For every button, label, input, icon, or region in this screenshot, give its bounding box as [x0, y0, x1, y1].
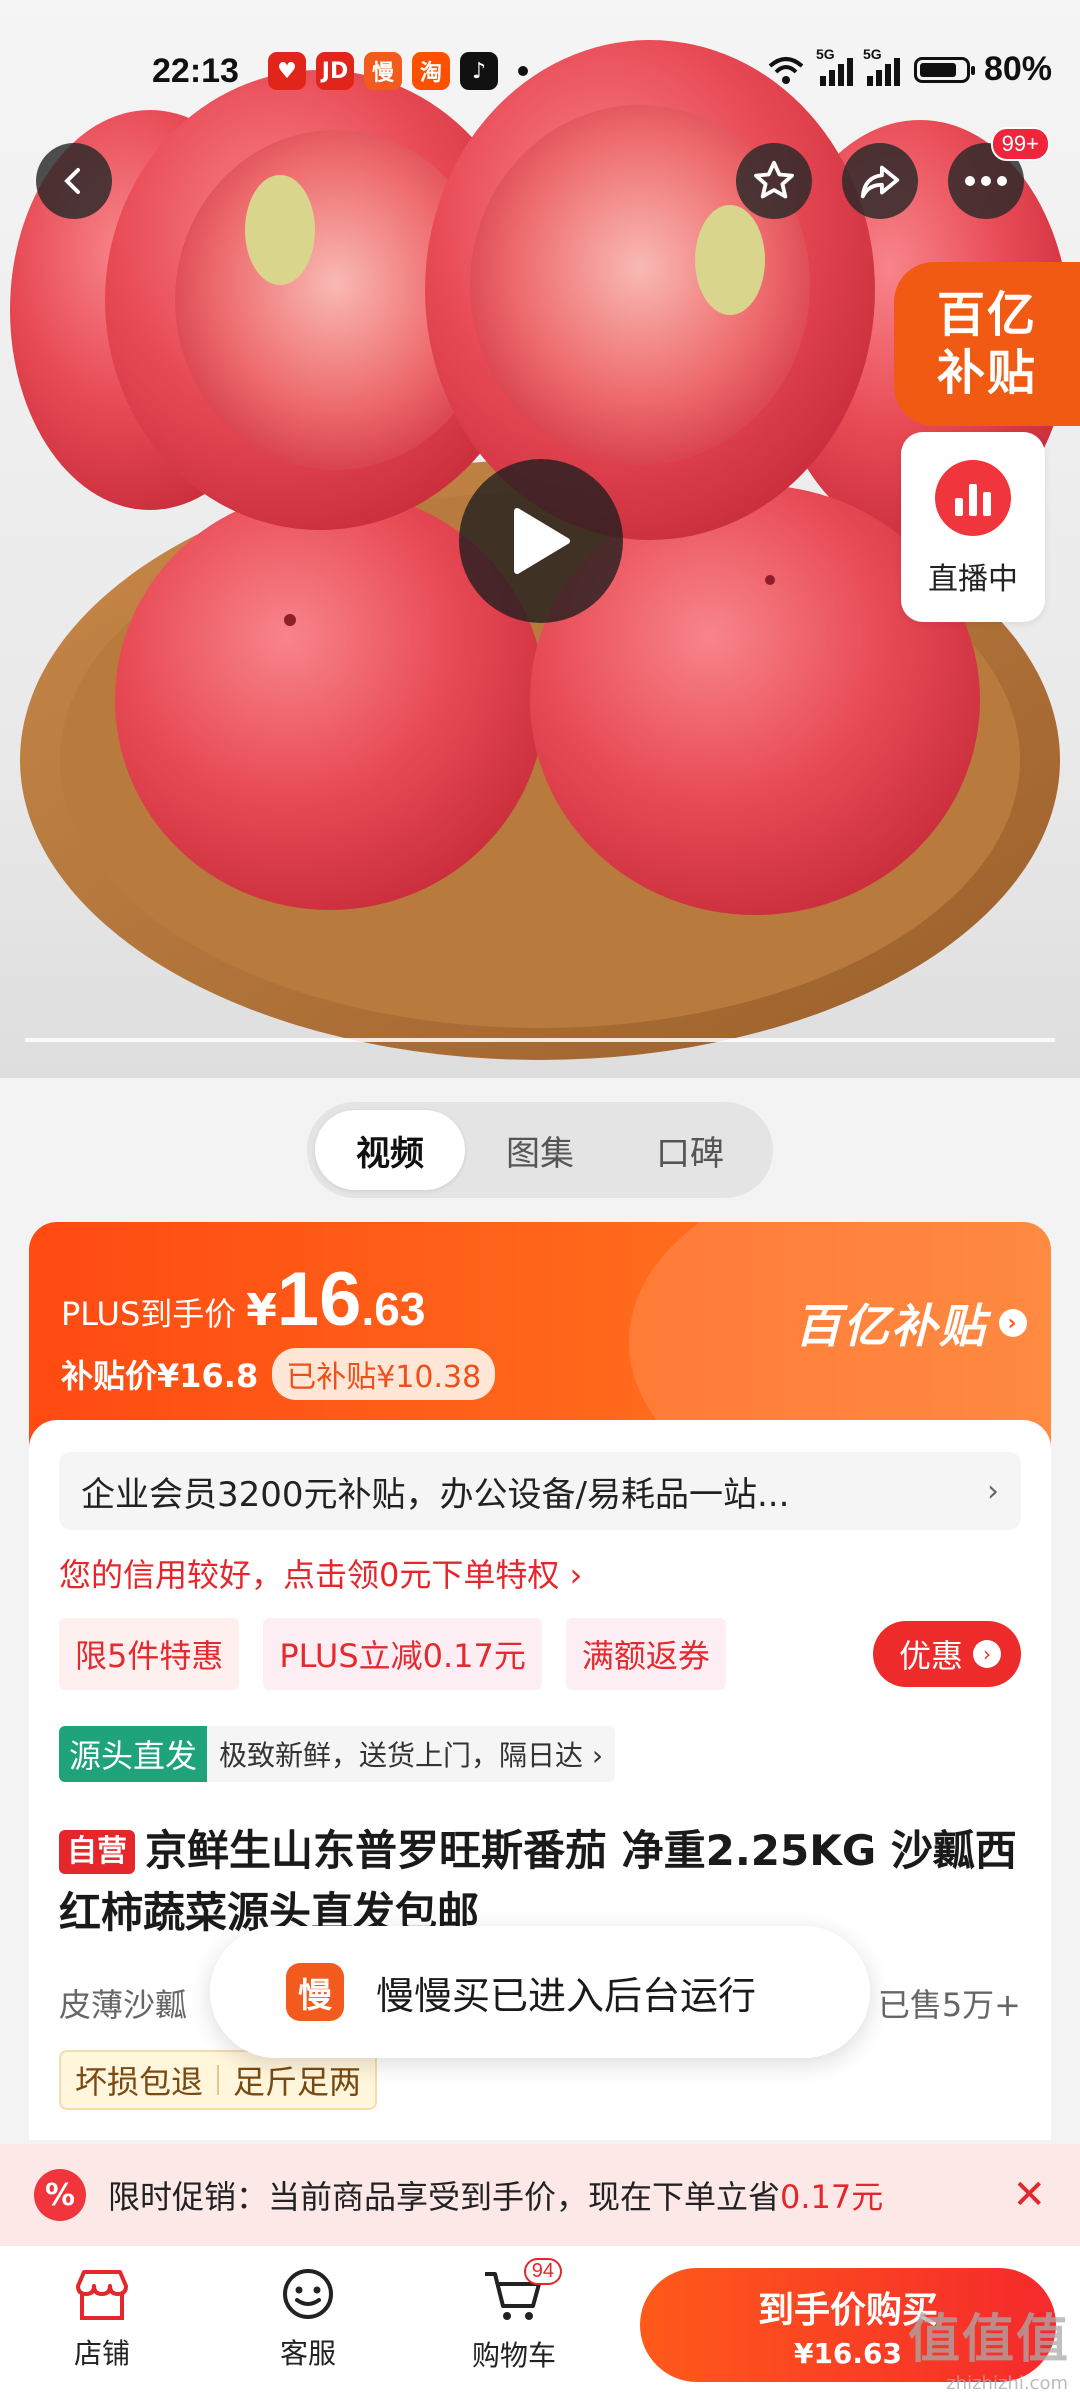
jd-icon: JD [316, 52, 354, 90]
notification-dot-icon [518, 66, 528, 76]
product-image-gallery[interactable]: 22:13 ♥ JD 慢淘 ♪ 5G 5G 80% 99+ 百亿 补贴 直播中 [0, 0, 1080, 1078]
bottom-action-bar: 店铺 客服 94 购物车 到手价购买 ¥16.63 值值值 zhizhizhi.… [0, 2246, 1080, 2400]
credit-privilege-link[interactable]: 您的信用较好，点击领0元下单特权 › [59, 1550, 582, 1596]
live-icon [935, 460, 1011, 536]
subsidy-price-row: 补贴价¥16.8 已补贴¥10.38 [61, 1348, 496, 1400]
self-operated-badge: 自营 [59, 1830, 135, 1874]
plus-price-label: PLUS到手价 [61, 1295, 237, 1333]
watermark-url: zhizhizhi.com [946, 2373, 1068, 2394]
media-tabs: 视频 图集 口碑 [307, 1102, 773, 1198]
discount-label: 优惠 [898, 1637, 963, 1675]
play-video-button[interactable] [459, 459, 623, 623]
promo-tag-coupon[interactable]: 满额返券 [565, 1618, 726, 1690]
percent-icon: % [34, 2169, 86, 2221]
enterprise-member-banner[interactable]: 企业会员3200元补贴，办公设备/易耗品一站... › [59, 1452, 1021, 1530]
signal-icon-2: 5G [863, 46, 900, 86]
subsidy-brand-link[interactable]: 百亿补贴 › [795, 1290, 1027, 1356]
shop-label: 店铺 [73, 2337, 130, 2370]
status-bar: 22:13 ♥ JD 慢淘 ♪ 5G 5G 80% [0, 46, 1080, 98]
share-icon [860, 165, 900, 199]
promotion-row: 限5件特惠 PLUS立减0.17元 满额返券 优惠 › [59, 1618, 1021, 1690]
service-label: 客服 [279, 2337, 336, 2370]
play-icon [514, 508, 570, 574]
promo-tag-limit[interactable]: 限5件特惠 [59, 1618, 240, 1690]
chevron-right-icon: › [987, 1473, 999, 1509]
subsidy-entry[interactable]: 百亿 补贴 [894, 262, 1080, 426]
source-direct-desc: 极致新鲜，送货上门，隔日达 › [219, 1739, 604, 1772]
promo-tag-plus[interactable]: PLUS立减0.17元 [263, 1618, 542, 1690]
source-direct-row[interactable]: 源头直发 极致新鲜，送货上门，隔日达 › [59, 1726, 616, 1782]
limited-promo-bar[interactable]: % 限时促销：当前商品享受到手价，现在下单立省0.17元 ✕ [0, 2144, 1080, 2246]
live-label: 直播中 [928, 562, 1018, 597]
background-run-toast: 慢 慢慢买已进入后台运行 [210, 1926, 870, 2058]
manmanmai-icon: 慢 [364, 52, 402, 90]
sold-count: 已售5万+ [877, 1986, 1021, 2024]
subsidized-amount-chip: 已补贴¥10.38 [272, 1348, 496, 1400]
favorite-button[interactable] [736, 143, 812, 219]
watermark-logo: 值值值 [907, 2310, 1070, 2370]
jd-red-icon: ♥ [268, 52, 306, 90]
currency-symbol: ¥ [246, 1285, 277, 1336]
chevron-right-icon: › [999, 1309, 1027, 1337]
shop-icon [76, 2270, 128, 2320]
back-button[interactable] [36, 143, 112, 219]
guarantee-tags[interactable]: 坏损包退 足斤足两 [59, 2050, 378, 2110]
live-stream-button[interactable]: 直播中 [901, 432, 1045, 622]
price-integer: 16 [276, 1257, 362, 1342]
battery-icon [913, 56, 975, 83]
buy-price: ¥16.63 [793, 2336, 903, 2370]
tab-video[interactable]: 视频 [315, 1110, 465, 1190]
customer-service-button[interactable]: 客服 [248, 2268, 368, 2372]
tab-gallery[interactable]: 图集 [465, 1110, 615, 1190]
share-button[interactable] [842, 143, 918, 219]
chevron-left-icon [64, 168, 80, 194]
enterprise-text: 企业会员3200元补贴，办公设备/易耗品一站... [81, 1474, 790, 1515]
source-direct-tag: 源头直发 [59, 1726, 208, 1782]
guarantee-full-weight: 足斤足两 [233, 2063, 362, 2101]
battery-percent: 80% [983, 50, 1052, 88]
plus-price: PLUS到手价 ¥ 16 .63 [61, 1256, 425, 1343]
signal-icon-1: 5G [816, 46, 853, 86]
guarantee-damage-refund: 坏损包退 [75, 2063, 204, 2101]
wifi-icon [768, 56, 804, 84]
manmanmai-app-icon: 慢 [286, 1963, 344, 2021]
product-title-text: 京鲜生山东普罗旺斯番茄 净重2.25KG 沙瓤西红柿蔬菜源头直发包邮 [59, 1826, 1017, 1937]
cart-label: 购物车 [471, 2339, 556, 2372]
promo-bar-amount: 0.17元 [780, 2178, 884, 2216]
cart-count-badge: 94 [523, 2258, 562, 2285]
attribute-text: 皮薄沙瓤 [59, 1986, 188, 2024]
subsidy-line1: 百亿 [936, 287, 1037, 343]
star-icon [754, 160, 794, 199]
status-right: 5G 5G 80% [766, 46, 1052, 89]
subsidy-price: 补贴价¥16.8 [61, 1357, 259, 1395]
more-dots-icon [965, 176, 1007, 186]
chevron-right-icon: › [973, 1640, 1001, 1668]
close-icon[interactable]: ✕ [1012, 2172, 1046, 2218]
taobao-icon: 淘 [412, 52, 450, 90]
video-progress-bar[interactable] [25, 1038, 1055, 1042]
toast-message: 慢慢买已进入后台运行 [376, 1973, 757, 2018]
subsidy-brand-text: 百亿补贴 [795, 1299, 987, 1353]
cart-button[interactable]: 94 购物车 [454, 2258, 574, 2374]
status-app-icons: ♥ JD 慢淘 ♪ [268, 52, 528, 90]
promo-bar-text: 限时促销：当前商品享受到手价，现在下单立省0.17元 [108, 2178, 884, 2216]
more-button[interactable]: 99+ [948, 127, 1050, 219]
discount-button[interactable]: 优惠 › [872, 1621, 1021, 1687]
subsidy-line2: 补贴 [936, 345, 1037, 401]
tab-reviews[interactable]: 口碑 [615, 1110, 765, 1190]
status-time: 22:13 [152, 52, 239, 90]
price-decimal: .63 [361, 1283, 426, 1335]
shop-button[interactable]: 店铺 [42, 2268, 162, 2372]
service-icon [283, 2269, 333, 2319]
tiktok-icon: ♪ [460, 52, 498, 90]
more-badge: 99+ [990, 127, 1050, 161]
